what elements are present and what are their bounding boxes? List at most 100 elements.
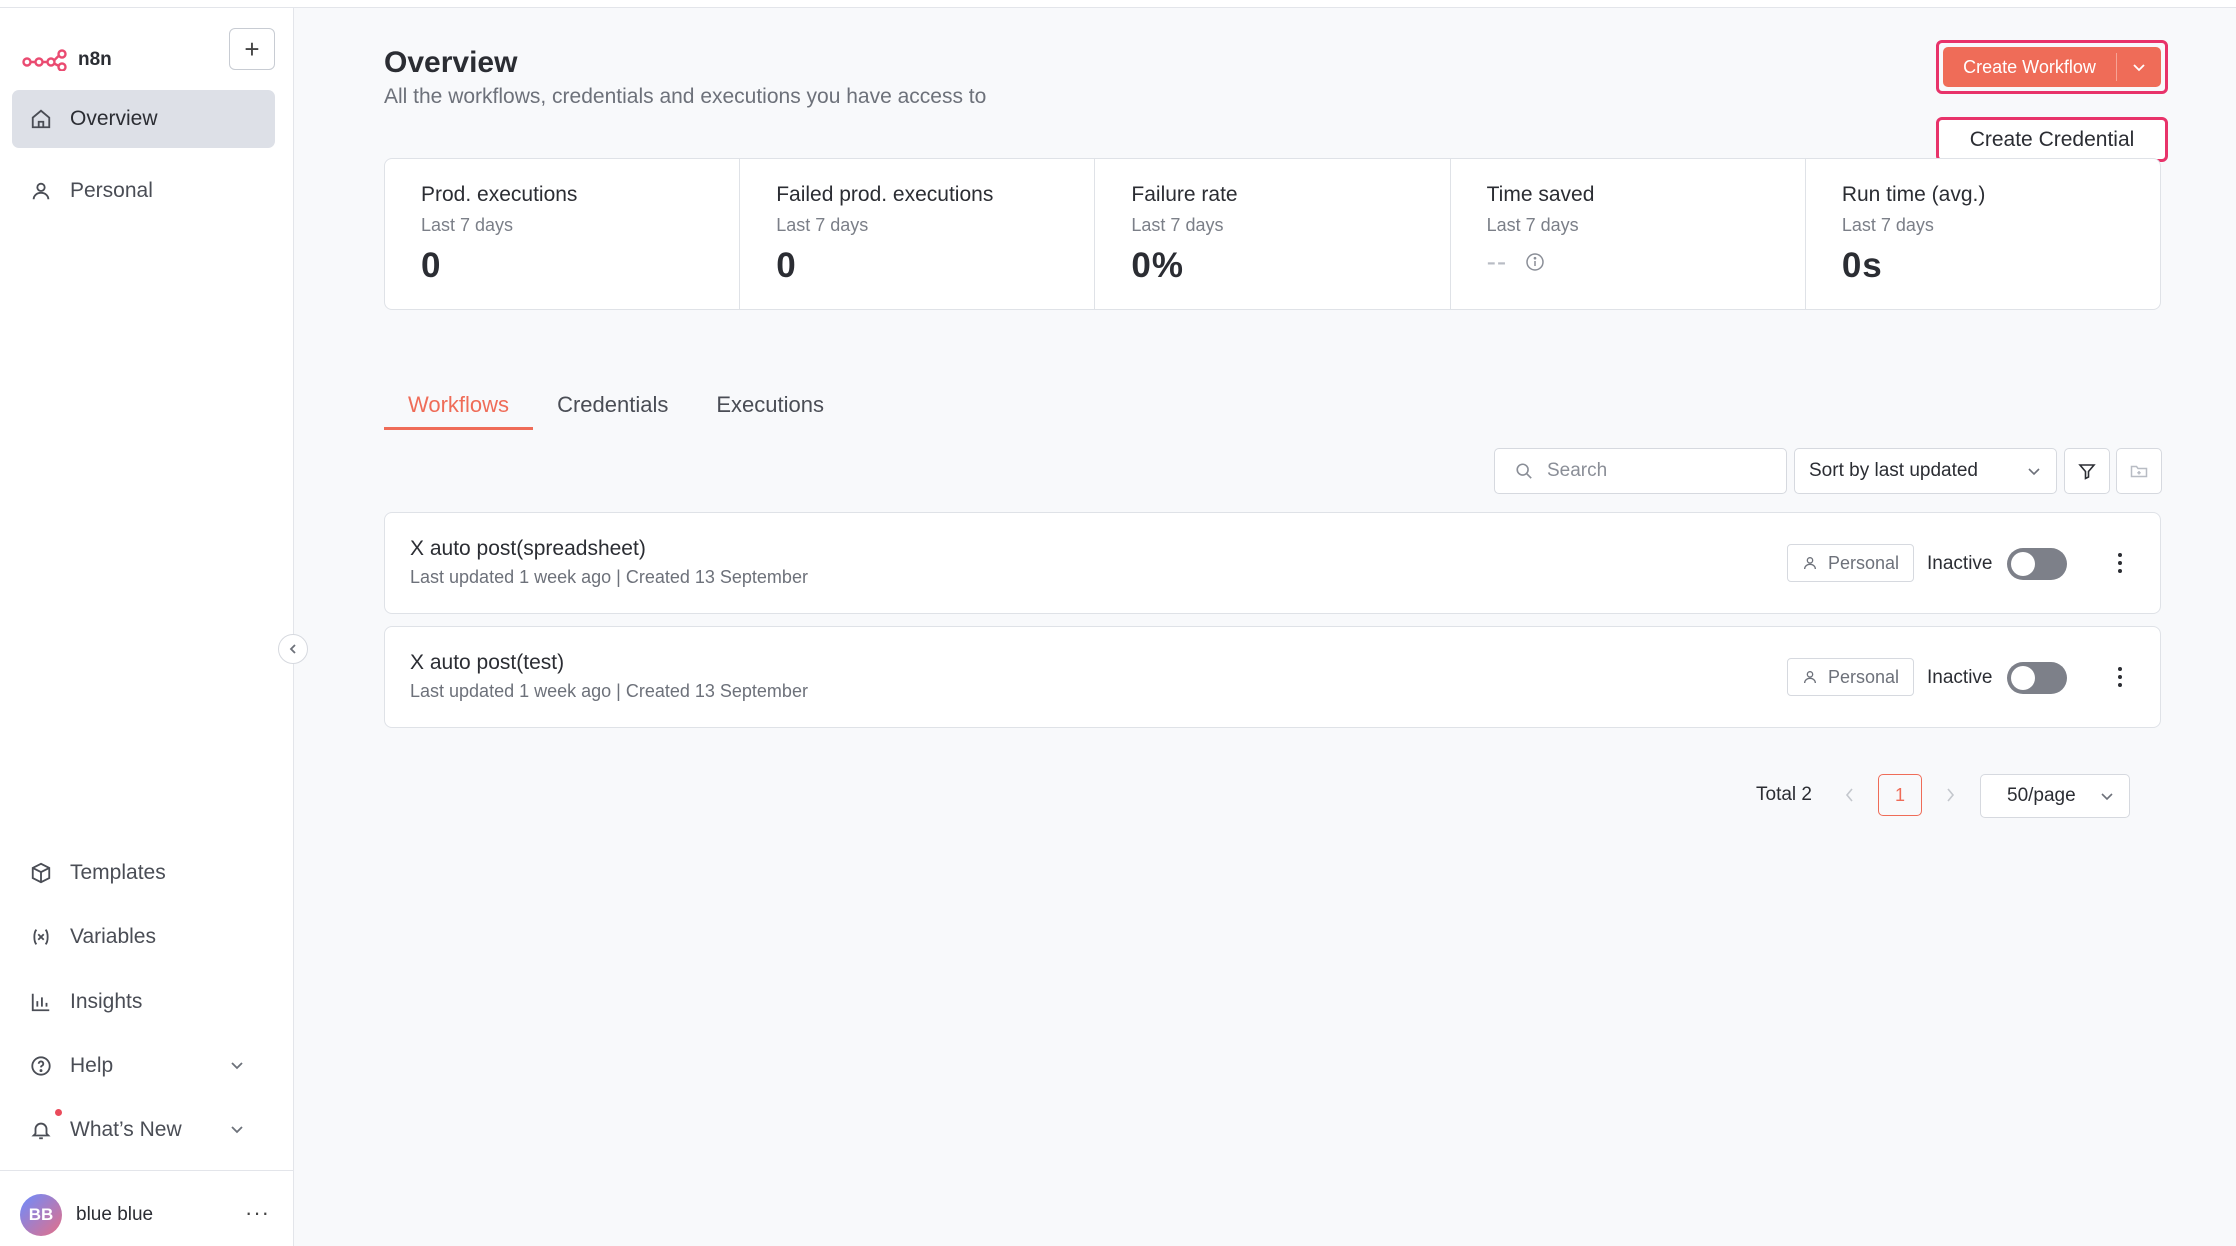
stat-label: Failed prod. executions xyxy=(776,183,994,206)
sidebar-item-whats-new[interactable]: What’s New xyxy=(12,1101,275,1159)
workflow-actions-button[interactable] xyxy=(2105,543,2135,583)
sidebar-item-help[interactable]: Help xyxy=(12,1037,275,1095)
owner-badge: Personal xyxy=(1787,658,1914,696)
workflow-name[interactable]: X auto post(test) xyxy=(410,651,564,675)
avatar: BB xyxy=(20,1194,62,1236)
sidebar: n8n + Overview Personal Templates Variab… xyxy=(0,8,294,1246)
create-credential-menu-item[interactable]: Create Credential xyxy=(1936,117,2168,162)
workflow-actions-button[interactable] xyxy=(2105,657,2135,697)
tab-credentials[interactable]: Credentials xyxy=(533,380,692,430)
sort-select[interactable]: Sort by last updated xyxy=(1794,448,2057,494)
page-number-button[interactable]: 1 xyxy=(1878,774,1922,816)
chevron-left-icon[interactable] xyxy=(1841,784,1859,806)
stat-failure-rate[interactable]: Failure rate Last 7 days 0% xyxy=(1095,159,1451,309)
n8n-logo-icon xyxy=(22,49,67,71)
page-subtitle: All the workflows, credentials and execu… xyxy=(384,85,987,108)
workflow-meta: Last updated 1 week ago | Created 13 Sep… xyxy=(410,681,808,701)
stat-label: Time saved xyxy=(1486,183,1595,206)
search-input[interactable] xyxy=(1547,460,1767,482)
info-icon[interactable] xyxy=(1525,252,1545,272)
brand[interactable]: n8n xyxy=(22,40,112,80)
user-icon xyxy=(1804,671,1816,684)
stat-value: 0% xyxy=(1131,246,1184,285)
pagination-total: Total 2 xyxy=(1756,784,1812,805)
owner-badge: Personal xyxy=(1787,544,1914,582)
workflow-card[interactable]: X auto post(spreadsheet) Last updated 1 … xyxy=(384,512,2161,614)
notification-dot xyxy=(55,1109,62,1116)
chevron-down-icon xyxy=(231,1126,243,1134)
top-border xyxy=(0,0,2236,8)
create-dropdown-toggle[interactable] xyxy=(2117,47,2161,87)
chart-icon xyxy=(31,993,50,1012)
status-label: Inactive xyxy=(1927,667,1993,688)
page-size-label: 50/page xyxy=(2007,785,2076,806)
stat-label: Run time (avg.) xyxy=(1841,183,1986,206)
folder-icon xyxy=(2130,465,2148,478)
stat-period: Last 7 days xyxy=(776,215,869,235)
new-folder-button[interactable] xyxy=(2116,448,2162,494)
search-field xyxy=(1494,448,1787,494)
sidebar-collapse-button[interactable] xyxy=(278,634,308,664)
workflow-meta: Last updated 1 week ago | Created 13 Sep… xyxy=(410,567,808,587)
chevron-down-icon xyxy=(2028,468,2040,476)
sort-label: Sort by last updated xyxy=(1809,460,1978,481)
add-button[interactable]: + xyxy=(229,28,275,70)
owner-label: Personal xyxy=(1828,552,1900,573)
stat-label: Failure rate xyxy=(1131,183,1238,206)
box-icon xyxy=(31,862,51,884)
create-workflow-button[interactable]: Create Workflow xyxy=(1943,47,2116,87)
stat-failed-executions[interactable]: Failed prod. executions Last 7 days 0 xyxy=(740,159,1096,309)
sidebar-item-label: Help xyxy=(70,1054,114,1077)
search-icon xyxy=(1516,463,1532,479)
user-profile[interactable]: BB blue blue ··· xyxy=(20,1194,270,1236)
sidebar-item-label: Variables xyxy=(70,925,156,948)
stat-prod-executions[interactable]: Prod. executions Last 7 days 0 xyxy=(385,159,741,309)
user-icon xyxy=(32,182,50,200)
help-icon xyxy=(31,1056,51,1076)
sidebar-item-overview[interactable]: Overview xyxy=(12,90,275,148)
insights-summary: Prod. executions Last 7 days 0 Failed pr… xyxy=(384,158,2161,310)
stat-period: Last 7 days xyxy=(1841,215,1934,235)
sidebar-item-variables[interactable]: Variables xyxy=(12,908,275,966)
stat-label: Prod. executions xyxy=(421,183,578,206)
create-workflow-split-button: Create Workflow xyxy=(1943,47,2161,87)
sidebar-item-label: Insights xyxy=(70,990,143,1013)
sidebar-item-insights[interactable]: Insights xyxy=(12,973,275,1031)
sidebar-item-templates[interactable]: Templates xyxy=(12,844,275,902)
sidebar-item-label: Templates xyxy=(70,861,166,884)
stat-value-row: -- xyxy=(1487,246,1805,278)
home-icon xyxy=(31,109,51,129)
page-size-select[interactable]: 50/page xyxy=(1980,774,2130,818)
sidebar-item-label: Personal xyxy=(70,179,153,202)
sidebar-item-label: What’s New xyxy=(70,1118,182,1141)
chevron-down-icon xyxy=(231,1062,243,1070)
bell-icon xyxy=(31,1122,51,1140)
stat-value: 0 xyxy=(776,246,797,285)
owner-label: Personal xyxy=(1828,666,1900,687)
filter-icon xyxy=(2078,464,2096,480)
tab-workflows[interactable]: Workflows xyxy=(384,380,534,430)
chevron-down-icon xyxy=(2101,793,2113,801)
chevron-right-icon[interactable] xyxy=(1941,784,1959,806)
sidebar-item-label: Overview xyxy=(70,107,158,130)
chevron-left-icon xyxy=(289,644,296,654)
stat-time-saved[interactable]: Time saved Last 7 days -- xyxy=(1451,159,1806,309)
workflow-name[interactable]: X auto post(spreadsheet) xyxy=(410,537,646,561)
stat-run-time[interactable]: Run time (avg.) Last 7 days 0s xyxy=(1806,159,2160,309)
create-workflow-highlight: Create Workflow xyxy=(1936,40,2168,94)
plus-icon: + xyxy=(244,33,260,64)
page-title: Overview xyxy=(384,46,518,79)
status-label: Inactive xyxy=(1927,553,1993,574)
active-toggle[interactable] xyxy=(2007,662,2067,694)
content-tabs: Workflows Credentials Executions xyxy=(384,380,848,430)
workflow-card[interactable]: X auto post(test) Last updated 1 week ag… xyxy=(384,626,2161,728)
active-toggle[interactable] xyxy=(2007,548,2067,580)
stat-value: -- xyxy=(1486,246,1508,277)
filter-button[interactable] xyxy=(2064,448,2110,494)
stat-value: 0 xyxy=(421,246,442,285)
stat-value: 0s xyxy=(1841,246,1883,285)
user-menu-button[interactable]: ··· xyxy=(245,1200,270,1226)
sidebar-item-personal[interactable]: Personal xyxy=(12,162,275,220)
tab-executions[interactable]: Executions xyxy=(692,380,848,430)
variable-icon xyxy=(33,929,49,945)
